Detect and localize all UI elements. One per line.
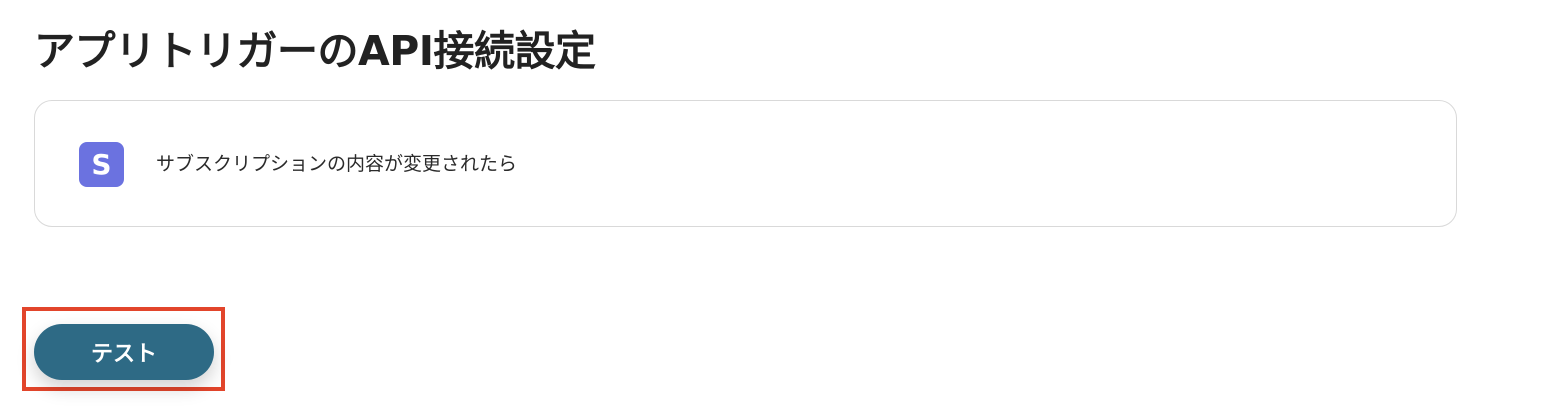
trigger-card[interactable]: S サブスクリプションの内容が変更されたら xyxy=(34,100,1457,227)
trigger-label: サブスクリプションの内容が変更されたら xyxy=(156,153,518,175)
page-title: アプリトリガーのAPI接続設定 xyxy=(34,27,596,75)
trigger-api-settings-page: アプリトリガーのAPI接続設定 S サブスクリプションの内容が変更されたら テス… xyxy=(0,0,1552,408)
stripe-icon: S xyxy=(79,142,124,187)
test-button[interactable]: テスト xyxy=(34,324,214,380)
